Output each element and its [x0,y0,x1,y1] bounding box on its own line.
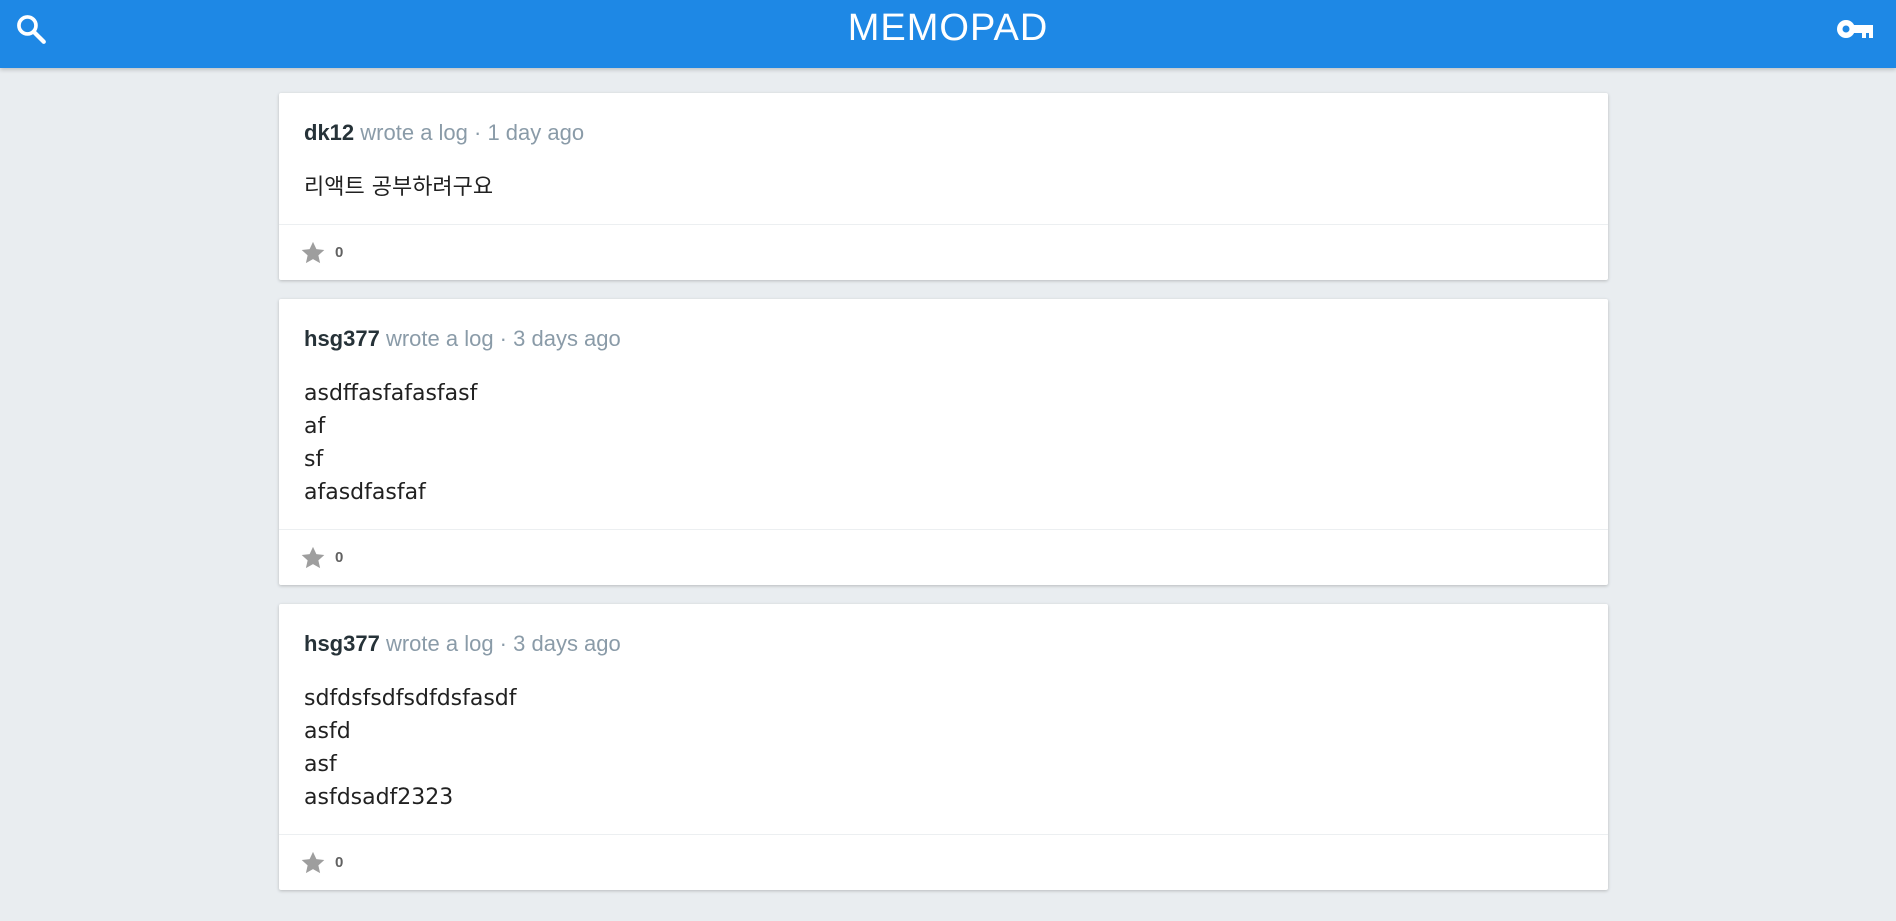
memo-header: hsg377 wrote a log · 3 days ago [304,630,1583,658]
memo-body: hsg377 wrote a log · 3 days ago sdfdsfsd… [279,604,1608,834]
memo-header: hsg377 wrote a log · 3 days ago [304,325,1583,353]
memo-card: dk12 wrote a log · 1 day ago 리액트 공부하려구요 … [279,93,1608,280]
memo-footer: 0 [279,529,1608,585]
memo-meta: wrote a log · 3 days ago [385,326,621,351]
memo-content: 리액트 공부하려구요 [304,175,494,200]
memo-meta: wrote a log · 3 days ago [385,631,621,656]
memo-author[interactable]: hsg377 [304,631,380,656]
memo-body: hsg377 wrote a log · 3 days ago asdffasf… [279,299,1608,529]
memo-author[interactable]: dk12 [304,120,354,145]
star-count: 0 [335,854,344,871]
memo-body: dk12 wrote a log · 1 day ago 리액트 공부하려구요 [279,93,1608,224]
app-header: MEMOPAD [0,0,1896,68]
memo-author[interactable]: hsg377 [304,326,380,351]
memo-footer: 0 [279,834,1608,890]
memo-content: sdfdsfsdfsdfdsfasdf asfd asf asfdsadf232… [304,686,517,810]
key-icon[interactable] [1836,16,1874,42]
star-count: 0 [335,549,344,566]
memo-footer: 0 [279,224,1608,280]
memo-card: hsg377 wrote a log · 3 days ago asdffasf… [279,299,1608,585]
star-icon[interactable] [299,239,327,267]
memo-feed: dk12 wrote a log · 1 day ago 리액트 공부하려구요 … [279,93,1608,909]
memo-meta: wrote a log · 1 day ago [360,120,585,145]
star-icon[interactable] [299,849,327,877]
memo-card: hsg377 wrote a log · 3 days ago sdfdsfsd… [279,604,1608,890]
star-count: 0 [335,244,344,261]
star-icon[interactable] [299,544,327,572]
memo-content: asdffasfafasfasf af sf afasdfasfaf [304,381,478,505]
app-title[interactable]: MEMOPAD [0,7,1896,50]
memo-header: dk12 wrote a log · 1 day ago [304,119,1583,147]
